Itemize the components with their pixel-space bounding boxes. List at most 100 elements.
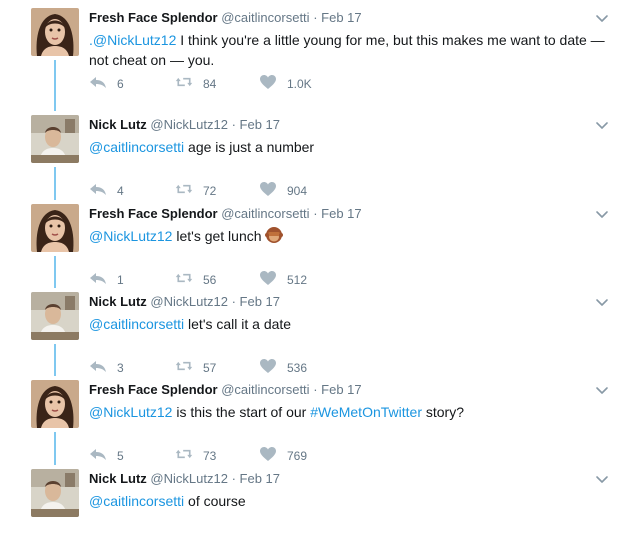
tweet-text: let's get lunch <box>172 228 266 244</box>
tweet-body: @caitlincorsetti age is just a number <box>89 137 614 157</box>
avatar[interactable] <box>31 8 79 56</box>
tweet-date[interactable]: Feb 17 <box>321 206 361 221</box>
reply-count: 5 <box>117 448 124 463</box>
man-avatar <box>31 292 79 340</box>
woman-avatar <box>31 204 79 252</box>
tweet-header: Nick Lutz @NickLutz12 · Feb 17 <box>89 471 280 486</box>
reply-button[interactable]: 4 <box>89 181 124 200</box>
hashtag-link[interactable]: #WeMetOnTwitter <box>310 404 422 420</box>
reply-button[interactable]: 1 <box>89 270 124 289</box>
retweet-count: 72 <box>203 183 217 198</box>
man-avatar <box>31 469 79 517</box>
reply-icon <box>89 446 117 465</box>
reply-button[interactable]: 6 <box>89 74 124 93</box>
like-button[interactable]: 1.0K <box>259 74 312 93</box>
tweet-date[interactable]: Feb 17 <box>240 117 280 132</box>
retweet-count: 84 <box>203 76 217 91</box>
mention-link[interactable]: @caitlincorsetti <box>89 316 184 332</box>
tweet[interactable]: Nick Lutz @NickLutz12 · Feb 17 @caitlinc… <box>0 465 634 553</box>
like-button[interactable]: 769 <box>259 446 307 465</box>
retweet-button[interactable]: 84 <box>175 74 216 93</box>
tweet-date[interactable]: Feb 17 <box>240 294 280 309</box>
like-button[interactable]: 904 <box>259 181 307 200</box>
chevron-down-icon[interactable] <box>594 471 610 487</box>
heart-icon <box>259 74 287 93</box>
tweet-date[interactable]: Feb 17 <box>240 471 280 486</box>
author-name[interactable]: Fresh Face Splendor <box>89 206 218 221</box>
retweet-count: 73 <box>203 448 217 463</box>
like-button[interactable]: 536 <box>259 358 307 377</box>
tweet[interactable]: Fresh Face Splendor @caitlincorsetti · F… <box>0 376 634 464</box>
tweet-text: age is just a number <box>184 139 315 155</box>
author-handle[interactable]: @caitlincorsetti <box>221 382 309 397</box>
author-name[interactable]: Fresh Face Splendor <box>89 382 218 397</box>
author-handle[interactable]: @NickLutz12 <box>150 294 228 309</box>
mention-link[interactable]: @NickLutz12 <box>89 228 172 244</box>
author-name[interactable]: Nick Lutz <box>89 471 147 486</box>
tweet-header: Fresh Face Splendor @caitlincorsetti · F… <box>89 382 362 397</box>
retweet-icon <box>175 74 203 93</box>
author-handle[interactable]: @caitlincorsetti <box>221 10 309 25</box>
chevron-down-icon[interactable] <box>594 10 610 26</box>
reply-icon <box>89 181 117 200</box>
reply-button[interactable]: 5 <box>89 446 124 465</box>
man-avatar <box>31 115 79 163</box>
avatar[interactable] <box>31 204 79 252</box>
tweet-body: @NickLutz12 is this the start of our #We… <box>89 402 614 422</box>
chevron-down-icon[interactable] <box>594 294 610 310</box>
reply-count: 4 <box>117 183 124 198</box>
retweet-icon <box>175 270 203 289</box>
tweet-header: Nick Lutz @NickLutz12 · Feb 17 <box>89 117 280 132</box>
mention-link[interactable]: @NickLutz12 <box>89 404 172 420</box>
avatar[interactable] <box>31 115 79 163</box>
separator-dot: · <box>313 206 318 221</box>
author-name[interactable]: Nick Lutz <box>89 117 147 132</box>
mention-link[interactable]: @caitlincorsetti <box>89 139 184 155</box>
like-button[interactable]: 512 <box>259 270 307 289</box>
heart-icon <box>259 270 287 289</box>
heart-icon <box>259 358 287 377</box>
avatar[interactable] <box>31 292 79 340</box>
retweet-count: 56 <box>203 272 217 287</box>
chevron-down-icon[interactable] <box>594 206 610 222</box>
separator-dot: · <box>231 294 236 309</box>
retweet-button[interactable]: 73 <box>175 446 216 465</box>
author-handle[interactable]: @caitlincorsetti <box>221 206 309 221</box>
reply-icon <box>89 270 117 289</box>
retweet-button[interactable]: 72 <box>175 181 216 200</box>
like-count: 769 <box>287 448 308 463</box>
separator-dot: · <box>313 382 318 397</box>
tweet-date[interactable]: Feb 17 <box>321 382 361 397</box>
author-name[interactable]: Fresh Face Splendor <box>89 10 218 25</box>
mention-link[interactable]: @caitlincorsetti <box>89 493 184 509</box>
reply-button[interactable]: 3 <box>89 358 124 377</box>
heart-icon <box>259 181 287 200</box>
reply-icon <box>89 358 117 377</box>
chevron-down-icon[interactable] <box>594 117 610 133</box>
avatar[interactable] <box>31 380 79 428</box>
author-handle[interactable]: @NickLutz12 <box>150 117 228 132</box>
tweet[interactable]: Fresh Face Splendor @caitlincorsetti · F… <box>0 200 634 288</box>
tweet[interactable]: Nick Lutz @NickLutz12 · Feb 17 @caitlinc… <box>0 111 634 199</box>
tweet-header: Fresh Face Splendor @caitlincorsetti · F… <box>89 10 362 25</box>
reply-count: 1 <box>117 272 124 287</box>
mention-link[interactable]: .@NickLutz12 <box>89 32 176 48</box>
tweet-text: of course <box>184 493 246 509</box>
avatar[interactable] <box>31 469 79 517</box>
tweet-text: let's call it a date <box>184 316 292 332</box>
retweet-button[interactable]: 57 <box>175 358 216 377</box>
retweet-button[interactable]: 56 <box>175 270 216 289</box>
tweet[interactable]: Nick Lutz @NickLutz12 · Feb 17 @caitlinc… <box>0 288 634 376</box>
like-count: 512 <box>287 272 308 287</box>
separator-dot: · <box>231 117 236 132</box>
tweet[interactable]: Fresh Face Splendor @caitlincorsetti · F… <box>0 4 634 92</box>
woman-avatar <box>31 380 79 428</box>
tweet-date[interactable]: Feb 17 <box>321 10 361 25</box>
reply-icon <box>89 74 117 93</box>
author-name[interactable]: Nick Lutz <box>89 294 147 309</box>
chevron-down-icon[interactable] <box>594 382 610 398</box>
tweet-header: Nick Lutz @NickLutz12 · Feb 17 <box>89 294 280 309</box>
like-count: 536 <box>287 360 308 375</box>
see-no-evil-monkey-icon <box>265 227 284 244</box>
author-handle[interactable]: @NickLutz12 <box>150 471 228 486</box>
